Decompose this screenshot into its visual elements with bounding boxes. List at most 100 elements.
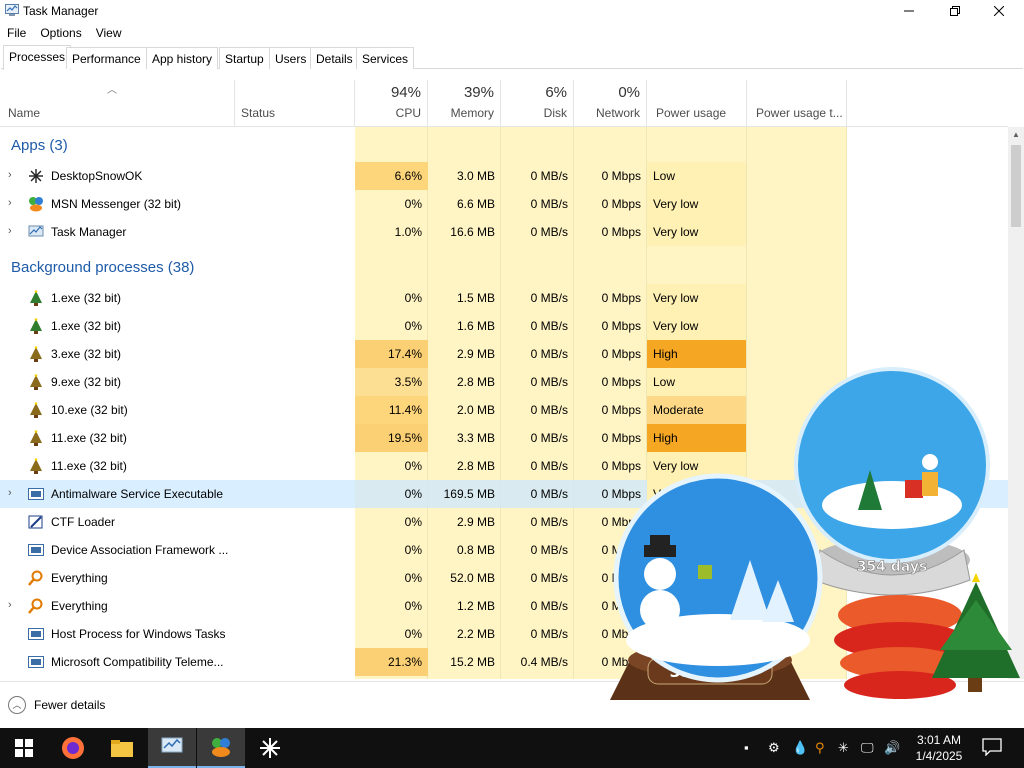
tray-everything-icon[interactable]: ⚲ [815,740,825,756]
tab-details[interactable]: Details [310,47,359,69]
cell-disk: 0 MB/s [530,319,568,333]
tab-performance[interactable]: Performance [66,47,147,69]
taskbar-file-explorer[interactable] [98,728,146,768]
window-title: Task Manager [23,4,99,18]
tab-services[interactable]: Services [356,47,415,69]
task-manager-window: Task Manager File Options View Processes… [0,0,1024,728]
process-name: 11.exe (32 bit) [51,431,127,445]
taskbar: ▪ ⚙ 💧 ⚲ ✳ 🖵 🔊 3:01 AM 1/4/2025 [0,728,1024,768]
cell-disk: 0 MB/s [530,487,568,501]
process-name: 11.exe (32 bit) [51,459,127,473]
tray-snowflake-icon[interactable]: ✳ [838,740,849,756]
column-disk-label: Disk [543,106,567,120]
christmas-tree-icon [28,374,44,390]
process-name: 1.exe (32 bit) [51,319,122,333]
cell-mem: 2.9 MB [456,347,495,361]
expand-chevron-icon[interactable]: › [8,225,12,237]
cell-mem: 52.0 MB [450,571,495,585]
process-row[interactable]: › DesktopSnowOK 6.6% 3.0 MB 0 MB/s 0 Mbps Low [0,162,1008,190]
group-background-header[interactable]: Background processes (38) [11,259,194,276]
restore-icon [950,6,960,16]
restore-button[interactable] [932,0,978,22]
cell-mem: 1.2 MB [456,599,495,613]
column-header-name[interactable]: Name [0,80,235,126]
cell-cpu: 0% [404,197,422,211]
expand-chevron-icon[interactable]: › [8,169,12,181]
process-row[interactable]: › MSN Messenger (32 bit) 0% 6.6 MB 0 MB/s 0 M… [0,190,1008,218]
system-clock[interactable]: 3:01 AM 1/4/2025 [904,732,974,764]
cell-mem: 16.6 MB [450,225,495,239]
process-row[interactable]: 1.exe (32 bit) 0% 1.6 MB 0 MB/s 0 Mbps Very l… [0,312,1008,340]
expand-chevron-icon[interactable]: › [8,197,12,209]
tab-app-history[interactable]: App history [146,47,219,69]
right-snow-globe: 354 days [794,367,990,596]
cell-cpu: 17.4% [355,340,428,368]
cell-mem: 169.5 MB [443,487,495,501]
group-apps-header[interactable]: Apps (3) [11,137,68,154]
tray-network-share-icon[interactable]: ⚙ [768,740,780,756]
tray-volume-icon[interactable]: 🔊 [884,740,900,756]
expand-chevron-icon[interactable]: › [8,599,12,611]
process-name: Everything [51,571,108,585]
cell-cpu: 0% [404,515,422,529]
process-name: Device Association Framework ... [51,543,229,557]
fewer-details-link[interactable]: Fewer details [34,698,105,712]
column-header-memory[interactable]: 39% Memory [428,80,501,126]
taskbar-desktopsnowok[interactable] [246,728,294,768]
cell-net: 0 Mbps [601,169,641,183]
tab-startup[interactable]: Startup [219,47,270,69]
tray-drop-icon[interactable]: 💧 [792,740,808,756]
menu-file[interactable]: File [0,23,33,43]
disk-total: 6% [545,84,567,101]
christmas-tree-icon [28,346,44,362]
cell-mem: 2.8 MB [456,375,495,389]
msn-messenger-icon [28,196,44,212]
process-name: Task Manager [51,225,127,239]
tab-users[interactable]: Users [269,47,313,69]
cell-disk: 0 MB/s [530,599,568,613]
process-row[interactable]: 1.exe (32 bit) 0% 1.5 MB 0 MB/s 0 Mbps Very l… [0,284,1008,312]
cell-cpu: 3.5% [355,368,428,396]
close-button[interactable] [976,0,1022,22]
menu-bar: File Options View [0,23,129,43]
snow-globe-decoration: 354 days 354 days [610,367,1020,700]
firefox-icon [62,737,84,759]
column-status-label: Status [241,106,276,120]
start-button[interactable] [0,728,48,768]
column-header-status[interactable]: Status [235,80,355,126]
cell-cpu: 21.3% [355,648,428,676]
tray-network-icon[interactable]: 🖵 [861,740,874,756]
menu-view[interactable]: View [89,23,129,43]
clock-time: 3:01 AM [916,733,962,747]
column-header-power-trend[interactable]: Power usage t... [747,80,847,126]
minimize-button[interactable] [886,0,932,22]
column-cpu-label: CPU [395,106,421,120]
column-header-disk[interactable]: 6% Disk [501,80,574,126]
cell-mem: 3.0 MB [456,169,495,183]
taskbar-firefox[interactable] [49,728,97,768]
cell-disk: 0 MB/s [530,543,568,557]
scrollbar-thumb[interactable] [1011,145,1021,227]
menu-options[interactable]: Options [33,23,88,43]
cpu-total: 94% [390,84,421,101]
column-header-power[interactable]: Power usage [647,80,747,126]
cell-disk: 0 MB/s [530,515,568,529]
cell-cpu: 19.5% [355,424,428,452]
scroll-up-icon[interactable]: ▲ [1012,130,1020,139]
process-row[interactable]: › Task Manager 1.0% 16.6 MB 0 MB/s 0 Mbps Very… [0,218,1008,246]
notification-center-icon[interactable] [982,738,1002,756]
network-total: 0% [618,84,640,101]
expand-chevron-icon[interactable]: › [8,487,12,499]
cell-net: 0 Mbps [601,291,641,305]
cell-cpu: 0% [404,599,422,613]
process-icon [28,542,44,558]
collapse-chevron-icon[interactable]: ︿ [8,696,26,714]
cell-power: Very low [647,218,746,246]
tray-app-icon[interactable]: ▪ [744,740,749,755]
taskbar-task-manager[interactable] [148,728,196,768]
taskbar-msn-messenger[interactable] [197,728,245,768]
column-header-network[interactable]: 0% Network [574,80,647,126]
tab-processes[interactable]: Processes [3,45,72,70]
column-header-cpu[interactable]: 94% CPU [355,80,428,126]
column-power-label: Power usage [656,106,727,120]
